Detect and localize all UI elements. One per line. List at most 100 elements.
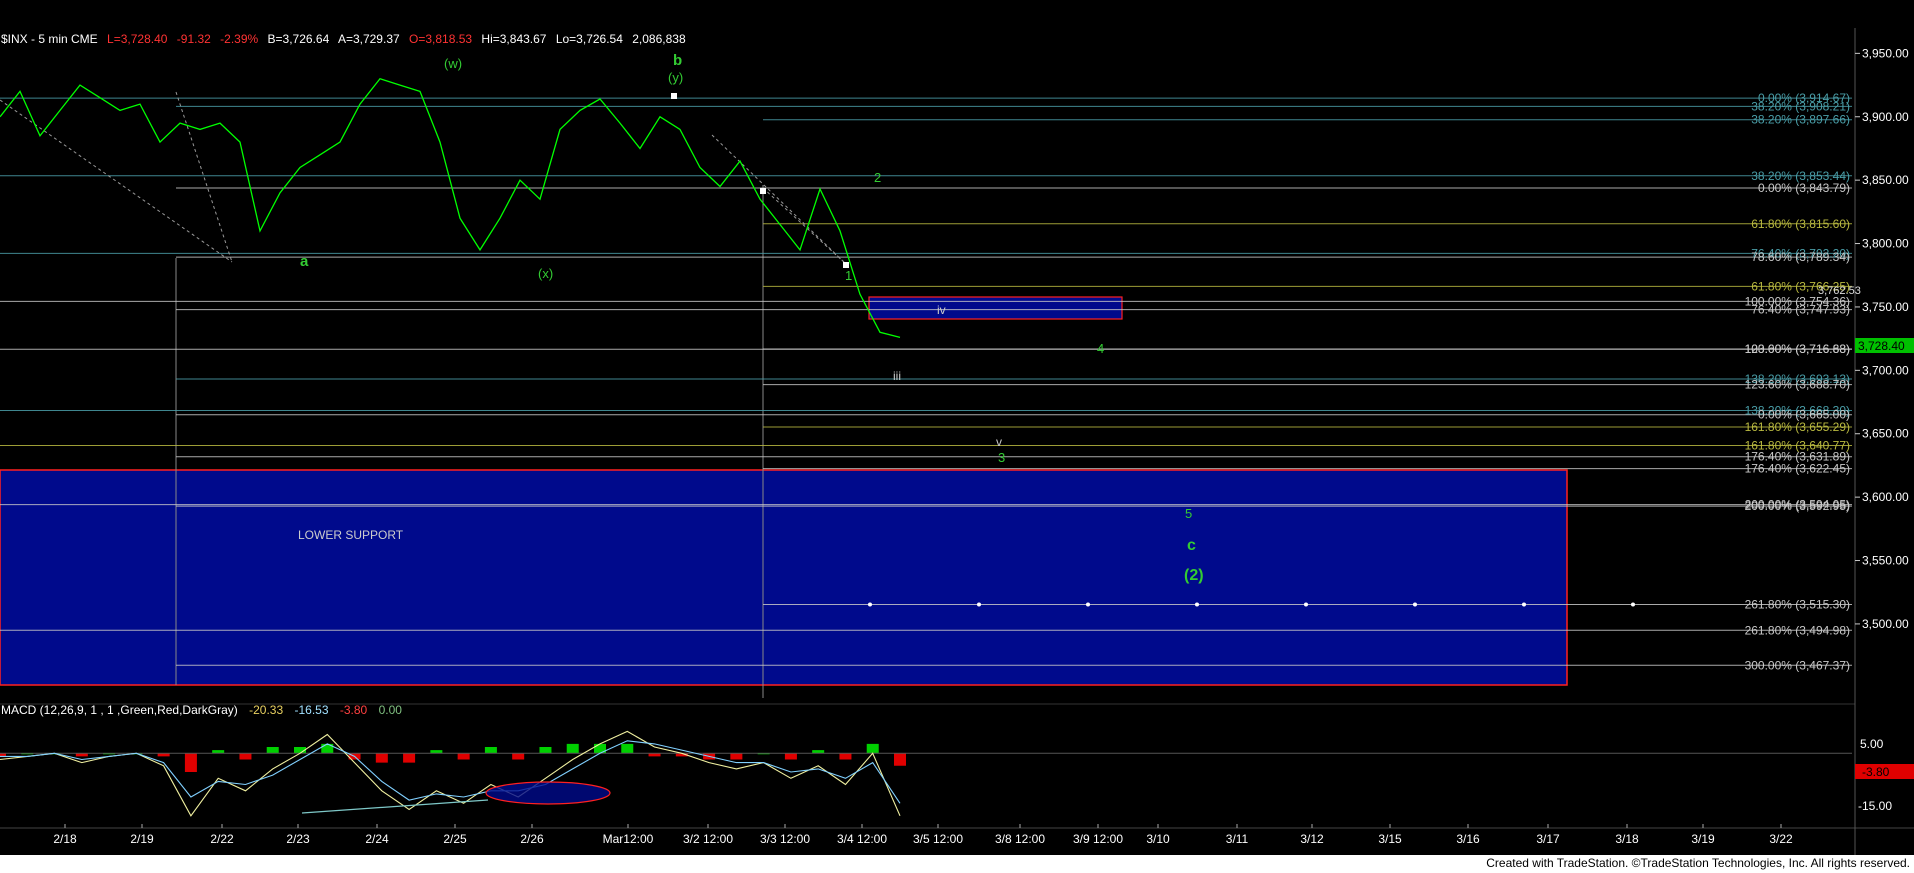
wave-label-b: b bbox=[673, 52, 682, 69]
macd-axis-neg15: -15.00 bbox=[1858, 799, 1892, 813]
fib-label: 78.60% (3,789.34) bbox=[1751, 250, 1850, 264]
date-tick-label: 2/26 bbox=[520, 832, 544, 846]
macd-hist-bar bbox=[621, 743, 634, 754]
macd-hist-bar bbox=[484, 747, 497, 754]
date-tick-label: 3/12 bbox=[1300, 832, 1324, 846]
fib-label: 38.20% (3,908.21) bbox=[1751, 99, 1850, 113]
date-tick-label: 2/24 bbox=[365, 832, 389, 846]
date-tick-label: 3/17 bbox=[1536, 832, 1560, 846]
date-tick-label: 2/18 bbox=[53, 832, 77, 846]
lower-support-label: LOWER SUPPORT bbox=[298, 528, 404, 542]
date-tick-label: 3/10 bbox=[1146, 832, 1170, 846]
macd-hist-bar bbox=[730, 753, 743, 760]
price-tick-label: 3,800.00 bbox=[1862, 237, 1909, 251]
projection-dot bbox=[1086, 602, 1090, 607]
macd-hist-bar bbox=[184, 753, 197, 772]
macd-axis-5: 5.00 bbox=[1860, 737, 1884, 751]
wave-label-3: 3 bbox=[998, 450, 1005, 465]
fib-label: 38.20% (3,897.66) bbox=[1751, 113, 1850, 127]
projection-dot bbox=[1304, 602, 1308, 607]
price-tick-label: 3,950.00 bbox=[1862, 46, 1909, 60]
high-value: Hi=3,843.67 bbox=[481, 32, 546, 46]
last-price-label: 3,728.40 bbox=[1858, 339, 1905, 353]
projection-dot bbox=[868, 602, 872, 607]
macd-v2: -16.53 bbox=[294, 703, 328, 717]
date-tick-label: 3/5 12:00 bbox=[913, 832, 963, 846]
macd-divergence-ellipse bbox=[485, 781, 611, 805]
price-tick-label: 3,550.00 bbox=[1862, 554, 1909, 568]
projection-dot bbox=[1413, 602, 1417, 607]
date-tick-label: 3/15 bbox=[1378, 832, 1402, 846]
macd-hist-bar bbox=[539, 747, 552, 754]
date-tick-label: 2/25 bbox=[443, 832, 467, 846]
date-tick-label: 3/11 bbox=[1226, 832, 1249, 846]
fib-label: 0.00% (3,843.79) bbox=[1758, 181, 1850, 195]
date-tick-label: 3/9 12:00 bbox=[1073, 832, 1123, 846]
fib-label: 176.40% (3,622.45) bbox=[1745, 462, 1850, 476]
wave-label-y: (y) bbox=[668, 70, 683, 85]
lower-support-zone bbox=[0, 469, 1568, 686]
fib-label: 76.40% (3,747.93) bbox=[1751, 303, 1850, 317]
macd-hist-bar bbox=[894, 753, 906, 766]
price-tick-label: 3,500.00 bbox=[1862, 617, 1909, 631]
wave-label-x: (x) bbox=[538, 266, 553, 281]
macd-hist-bar bbox=[239, 753, 252, 760]
fib-label: 100.00% (3,716.68) bbox=[1745, 342, 1850, 356]
projection-dot bbox=[977, 602, 981, 607]
wave-label-2-paren: (2) bbox=[1184, 567, 1204, 584]
ask-value: A=3,729.37 bbox=[338, 32, 400, 46]
date-tick-label: 2/22 bbox=[210, 832, 234, 846]
macd-hist-bar bbox=[839, 753, 852, 760]
projection-dot bbox=[1522, 602, 1526, 607]
last-value: L=3,728.40 bbox=[107, 32, 168, 46]
price-tick-label: 3,650.00 bbox=[1862, 427, 1909, 441]
price-tick-label: 3,700.00 bbox=[1862, 363, 1909, 377]
price-tick-label: 3,850.00 bbox=[1862, 173, 1909, 187]
symbol: $INX - 5 min CME bbox=[1, 32, 98, 46]
macd-hist-bar bbox=[457, 753, 470, 760]
wave-label-a: a bbox=[300, 253, 309, 270]
wave-label-iv: iv bbox=[937, 303, 946, 317]
macd-hist-bar bbox=[566, 743, 579, 754]
fib-label: 61.80% (3,815.60) bbox=[1751, 217, 1850, 231]
wave-label-1: 1 bbox=[845, 268, 852, 283]
wave-label-4: 4 bbox=[1097, 341, 1104, 356]
fib-label: 261.80% (3,494.98) bbox=[1745, 623, 1850, 637]
date-tick-label: 3/4 12:00 bbox=[837, 832, 887, 846]
wave-label-iii: iii bbox=[893, 369, 901, 383]
fib-label: 261.80% (3,515.30) bbox=[1745, 598, 1850, 612]
footer-text: Created with TradeStation. ©TradeStation… bbox=[1486, 856, 1910, 870]
price-tick-label: 3,750.00 bbox=[1862, 300, 1909, 314]
wave-label-5: 5 bbox=[1185, 506, 1192, 521]
pivot-marker bbox=[671, 93, 677, 99]
fib-label: 300.00% (3,467.37) bbox=[1745, 658, 1850, 672]
date-tick-label: 2/19 bbox=[130, 832, 154, 846]
price-tick-label: 3,600.00 bbox=[1862, 490, 1909, 504]
date-tick-label: 3/8 12:00 bbox=[995, 832, 1045, 846]
volume-value: 2,086,838 bbox=[632, 32, 686, 46]
fib-label: 200.00% (3,592.95) bbox=[1745, 499, 1850, 513]
fib-label: 123.60% (3,688.70) bbox=[1745, 378, 1850, 392]
date-tick-label: 2/23 bbox=[286, 832, 310, 846]
date-tick-label: Mar12:00 bbox=[603, 832, 654, 846]
macd-title: MACD (12,26,9, 1 , 1 ,Green,Red,DarkGray… bbox=[1, 703, 238, 717]
wave-iv-zone bbox=[868, 296, 1123, 320]
low-value: Lo=3,726.54 bbox=[556, 32, 623, 46]
date-tick-label: 3/3 12:00 bbox=[760, 832, 810, 846]
macd-v4: 0.00 bbox=[379, 703, 403, 717]
macd-hist-bar bbox=[784, 753, 797, 760]
macd-hist-bar bbox=[512, 753, 525, 760]
wave-label-2: 2 bbox=[874, 170, 881, 185]
macd-hist-bar bbox=[266, 747, 279, 754]
date-tick-label: 3/22 bbox=[1769, 832, 1793, 846]
fib-label: 161.80% (3,655.29) bbox=[1745, 420, 1850, 434]
macd-hist-bar bbox=[375, 753, 388, 763]
date-tick-label: 3/16 bbox=[1456, 832, 1480, 846]
price-chart: 3,950.00 3,900.00 3,850.00 3,800.00 3,750.00… bbox=[0, 28, 1914, 855]
macd-header: MACD (12,26,9, 1 , 1 ,Green,Red,DarkGray… bbox=[1, 703, 402, 717]
price-tick-label: 3,900.00 bbox=[1862, 110, 1909, 124]
date-tick-label: 3/19 bbox=[1691, 832, 1715, 846]
macd-current-value: -3.80 bbox=[1862, 765, 1890, 779]
projection-dot bbox=[1631, 602, 1635, 607]
change-pct: -2.39% bbox=[220, 32, 258, 46]
